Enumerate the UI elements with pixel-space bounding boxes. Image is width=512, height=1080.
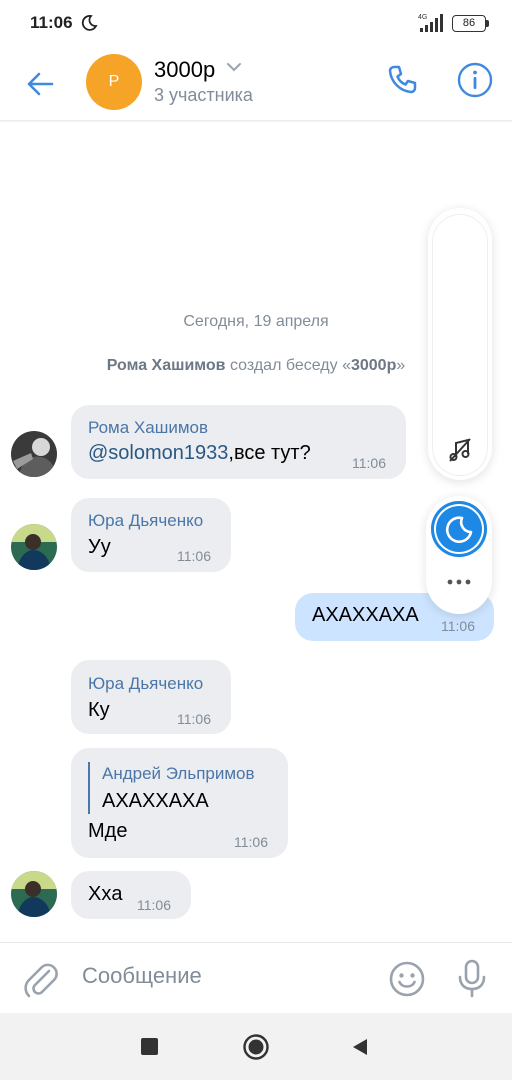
music-off-icon[interactable] xyxy=(447,437,473,463)
moon-icon xyxy=(445,516,473,543)
message-time: 11:06 xyxy=(137,897,171,913)
message-composer: Сообщение xyxy=(0,942,512,1015)
message-sender[interactable]: Юра Дьяченко xyxy=(88,674,203,694)
message-bubble[interactable]: Юра Дьяченко Ку 11:06 xyxy=(71,660,231,734)
message-bubble[interactable]: Ххa 11:06 xyxy=(71,871,191,919)
signal-icon: 4G xyxy=(418,14,443,32)
message-sender[interactable]: Рома Хашимов xyxy=(88,418,208,438)
message-time: 11:06 xyxy=(234,834,268,850)
info-icon[interactable] xyxy=(456,61,494,99)
message-bubble[interactable]: Рома Хашимов @solomon1933,все тут? 11:06 xyxy=(71,405,406,479)
message-text: Ххa xyxy=(88,883,123,905)
network-type: 4G xyxy=(418,14,427,21)
battery-icon: 86 xyxy=(452,15,486,32)
avatar-image xyxy=(11,431,57,477)
message-text: АХАХХАХА xyxy=(312,604,419,626)
system-chat-name: 3000р xyxy=(350,357,397,374)
message-sender[interactable]: Юра Дьяченко xyxy=(88,511,203,531)
status-bar: 11:06 4G 86 xyxy=(0,0,512,48)
avatar[interactable] xyxy=(11,431,57,477)
message-text: Уу xyxy=(88,536,111,558)
avatar-image xyxy=(11,871,57,917)
message-time: 11:06 xyxy=(441,618,475,634)
reply-sender[interactable]: Андрей Эльпримов xyxy=(102,764,255,784)
night-mode-button[interactable] xyxy=(431,501,487,557)
chat-members-count: 3 участника xyxy=(154,85,253,105)
message-time: 11:06 xyxy=(177,711,211,727)
attach-icon[interactable] xyxy=(22,959,60,999)
battery-tip xyxy=(486,20,489,27)
reply-quote-text[interactable]: АХАХХАХА xyxy=(102,790,209,813)
system-action: создал беседу « xyxy=(225,357,351,374)
message-text: Ку xyxy=(88,699,110,721)
message-text-rest: ,все тут? xyxy=(228,442,311,464)
avatar-image xyxy=(11,524,57,570)
status-time: 11:06 xyxy=(30,13,73,32)
system-end: » xyxy=(396,357,406,374)
message-bubble[interactable]: Юра Дьяченко Уу 11:06 xyxy=(71,498,231,572)
message-time: 11:06 xyxy=(177,548,211,564)
emoji-icon[interactable] xyxy=(388,960,426,998)
chat-header: Р 3000р 3 участника xyxy=(0,48,512,120)
reply-quote-bar xyxy=(88,762,90,814)
message-input[interactable]: Сообщение xyxy=(82,963,202,989)
message-text: Мде xyxy=(88,820,128,842)
do-not-disturb-icon xyxy=(81,15,98,31)
message-bubble[interactable]: Андрей Эльпримов АХАХХАХА Мде 11:06 xyxy=(71,748,288,858)
recents-button[interactable] xyxy=(141,1038,158,1055)
back-arrow-icon[interactable] xyxy=(20,64,60,104)
chevron-down-icon[interactable] xyxy=(226,60,242,74)
back-nav-button[interactable] xyxy=(350,1037,370,1057)
more-icon[interactable] xyxy=(446,578,472,586)
microphone-icon[interactable] xyxy=(456,958,488,1000)
chat-avatar[interactable]: Р xyxy=(86,54,142,110)
avatar[interactable] xyxy=(11,871,57,917)
message-text: @solomon1933,все тут? xyxy=(88,442,311,465)
message-time: 11:06 xyxy=(352,455,386,471)
phone-icon[interactable] xyxy=(382,60,422,100)
chat-title[interactable]: 3000р xyxy=(154,57,215,83)
avatar[interactable] xyxy=(11,524,57,570)
home-button[interactable] xyxy=(242,1033,270,1061)
system-nav-bar xyxy=(0,1013,512,1080)
system-actor[interactable]: Рома Хашимов xyxy=(107,357,226,374)
mention-link[interactable]: @solomon1933 xyxy=(88,442,228,464)
